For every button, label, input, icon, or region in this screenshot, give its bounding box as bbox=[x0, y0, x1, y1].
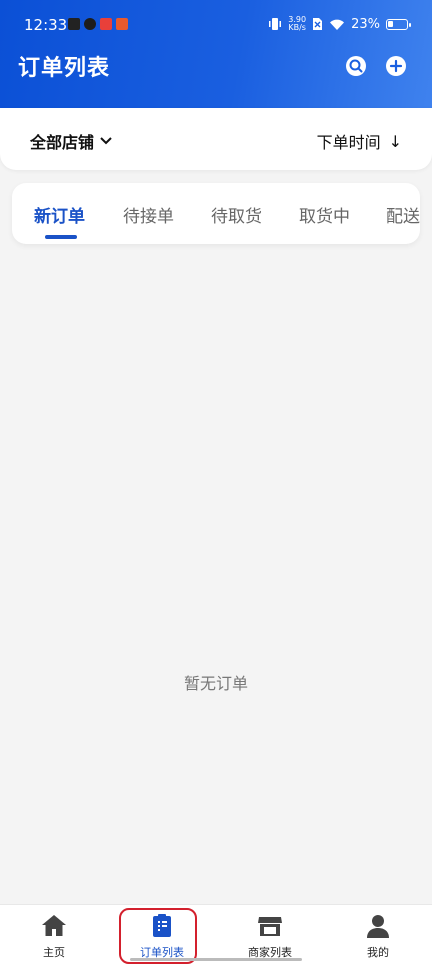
tab-picking-up[interactable]: 取货中 bbox=[299, 202, 350, 227]
status-right: 3.90 KB/s 23% bbox=[268, 16, 411, 32]
status-time: 12:33 bbox=[24, 16, 68, 34]
store-icon bbox=[258, 917, 282, 936]
person-icon bbox=[367, 915, 389, 938]
clipboard-icon bbox=[153, 914, 171, 937]
net-speed-unit: KB/s bbox=[288, 23, 306, 32]
nav-item-home[interactable]: 主页 bbox=[0, 905, 108, 964]
wifi-icon bbox=[330, 19, 345, 30]
vibrate-icon bbox=[269, 18, 282, 30]
active-tab-indicator bbox=[45, 235, 77, 239]
app-notification-icon bbox=[100, 18, 112, 30]
page-title: 订单列表 bbox=[18, 56, 111, 81]
page: 12:33 3.90 KB/s 23% 订单列表 全部店铺 下单时间 ↓ 新订单… bbox=[0, 0, 432, 964]
tab-pending-pickup[interactable]: 待取货 bbox=[211, 202, 262, 227]
app-notification-icon bbox=[84, 18, 96, 30]
nav-item-merchants[interactable]: 商家列表 bbox=[216, 905, 324, 964]
battery-icon bbox=[386, 18, 411, 30]
nav-label: 主页 bbox=[43, 946, 65, 959]
tab-new-orders[interactable]: 新订单 bbox=[34, 202, 85, 227]
search-button[interactable] bbox=[346, 56, 366, 76]
app-notification-icon bbox=[116, 18, 128, 30]
nav-label: 我的 bbox=[367, 946, 389, 959]
status-bar: 12:33 3.90 KB/s 23% bbox=[0, 12, 432, 40]
status-app-icons bbox=[68, 18, 128, 30]
store-filter-label: 全部店铺 bbox=[30, 133, 95, 152]
search-icon bbox=[349, 59, 363, 73]
app-notification-icon bbox=[68, 18, 80, 30]
nav-item-profile[interactable]: 我的 bbox=[324, 905, 432, 964]
sort-arrow-icon: ↓ bbox=[388, 131, 402, 151]
battery-fill bbox=[388, 20, 393, 27]
app-header: 12:33 3.90 KB/s 23% 订单列表 bbox=[0, 0, 432, 108]
sort-label: 下单时间 bbox=[316, 133, 381, 152]
home-indicator bbox=[130, 958, 302, 961]
home-icon bbox=[42, 915, 66, 936]
no-sim-icon bbox=[313, 18, 323, 30]
add-button[interactable] bbox=[386, 56, 406, 76]
battery-percent: 23% bbox=[351, 16, 380, 32]
bottom-nav: 主页 订单列表 商家列表 我的 bbox=[0, 904, 432, 964]
net-speed: 3.90 KB/s bbox=[288, 16, 306, 32]
tab-pending-accept[interactable]: 待接单 bbox=[123, 202, 174, 227]
order-status-tabs: 新订单 待接单 待取货 取货中 配送 bbox=[12, 183, 420, 244]
add-circle-icon bbox=[389, 59, 403, 73]
filter-bar: 全部店铺 下单时间 ↓ bbox=[0, 108, 432, 170]
sort-order-button[interactable]: 下单时间 ↓ bbox=[317, 129, 402, 153]
empty-state-text: 暂无订单 bbox=[183, 674, 248, 693]
nav-item-orders[interactable]: 订单列表 bbox=[108, 905, 216, 964]
store-filter-dropdown[interactable]: 全部店铺 bbox=[30, 129, 112, 153]
tab-delivering[interactable]: 配送 bbox=[386, 202, 420, 227]
chevron-down-icon bbox=[100, 137, 112, 145]
